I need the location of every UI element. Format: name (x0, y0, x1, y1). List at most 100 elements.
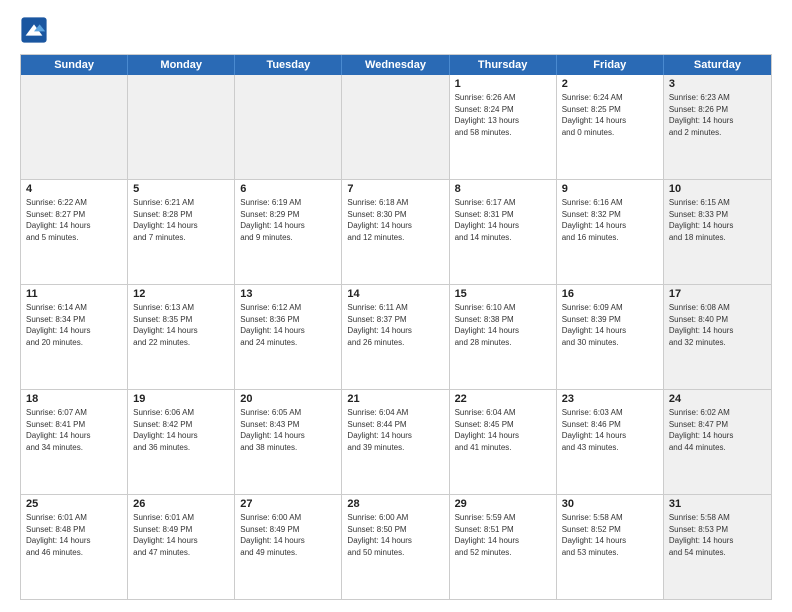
day-info: Sunrise: 6:04 AM Sunset: 8:45 PM Dayligh… (455, 407, 551, 453)
cal-row-1: 4 Sunrise: 6:22 AM Sunset: 8:27 PM Daylig… (21, 180, 771, 285)
day-info: Sunrise: 6:17 AM Sunset: 8:31 PM Dayligh… (455, 197, 551, 243)
cal-cell (342, 75, 449, 179)
day-info: Sunrise: 6:06 AM Sunset: 8:42 PM Dayligh… (133, 407, 229, 453)
cal-cell: 27 Sunrise: 6:00 AM Sunset: 8:49 PM Dayli… (235, 495, 342, 599)
cal-cell (21, 75, 128, 179)
cal-cell: 28 Sunrise: 6:00 AM Sunset: 8:50 PM Dayli… (342, 495, 449, 599)
day-number: 2 (562, 78, 658, 90)
cal-cell: 13 Sunrise: 6:12 AM Sunset: 8:36 PM Dayli… (235, 285, 342, 389)
day-number: 12 (133, 288, 229, 300)
cal-cell: 18Sunrise: 6:07 AM Sunset: 8:41 PM Dayli… (21, 390, 128, 494)
day-info: Sunrise: 6:19 AM Sunset: 8:29 PM Dayligh… (240, 197, 336, 243)
cal-cell: 1 Sunrise: 6:26 AM Sunset: 8:24 PM Daylig… (450, 75, 557, 179)
day-info: Sunrise: 6:08 AM Sunset: 8:40 PM Dayligh… (669, 302, 766, 348)
day-number: 16 (562, 288, 658, 300)
cal-cell: 14Sunrise: 6:11 AM Sunset: 8:37 PM Dayli… (342, 285, 449, 389)
day-number: 22 (455, 393, 551, 405)
day-number: 28 (347, 498, 443, 510)
cal-cell: 3 Sunrise: 6:23 AM Sunset: 8:26 PM Daylig… (664, 75, 771, 179)
day-info: Sunrise: 6:02 AM Sunset: 8:47 PM Dayligh… (669, 407, 766, 453)
cal-cell: 25 Sunrise: 6:01 AM Sunset: 8:48 PM Dayli… (21, 495, 128, 599)
day-number: 25 (26, 498, 122, 510)
day-info: Sunrise: 6:04 AM Sunset: 8:44 PM Dayligh… (347, 407, 443, 453)
day-info: Sunrise: 6:05 AM Sunset: 8:43 PM Dayligh… (240, 407, 336, 453)
header-day-monday: Monday (128, 55, 235, 75)
day-info: Sunrise: 6:23 AM Sunset: 8:26 PM Dayligh… (669, 92, 766, 138)
header (20, 16, 772, 44)
calendar-header: SundayMondayTuesdayWednesdayThursdayFrid… (21, 55, 771, 75)
day-info: Sunrise: 6:00 AM Sunset: 8:50 PM Dayligh… (347, 512, 443, 558)
day-number: 17 (669, 288, 766, 300)
cal-cell: 20 Sunrise: 6:05 AM Sunset: 8:43 PM Dayli… (235, 390, 342, 494)
calendar-body: 1 Sunrise: 6:26 AM Sunset: 8:24 PM Daylig… (21, 75, 771, 599)
day-info: Sunrise: 5:59 AM Sunset: 8:51 PM Dayligh… (455, 512, 551, 558)
cal-cell: 11 Sunrise: 6:14 AM Sunset: 8:34 PM Dayli… (21, 285, 128, 389)
header-day-wednesday: Wednesday (342, 55, 449, 75)
header-day-saturday: Saturday (664, 55, 771, 75)
cal-cell: 7 Sunrise: 6:18 AM Sunset: 8:30 PM Daylig… (342, 180, 449, 284)
cal-cell: 12Sunrise: 6:13 AM Sunset: 8:35 PM Dayli… (128, 285, 235, 389)
day-number: 23 (562, 393, 658, 405)
cal-cell: 31 Sunrise: 5:58 AM Sunset: 8:53 PM Dayli… (664, 495, 771, 599)
cal-cell: 21 Sunrise: 6:04 AM Sunset: 8:44 PM Dayli… (342, 390, 449, 494)
day-number: 19 (133, 393, 229, 405)
day-number: 31 (669, 498, 766, 510)
day-info: Sunrise: 6:21 AM Sunset: 8:28 PM Dayligh… (133, 197, 229, 243)
day-info: Sunrise: 6:01 AM Sunset: 8:49 PM Dayligh… (133, 512, 229, 558)
calendar: SundayMondayTuesdayWednesdayThursdayFrid… (20, 54, 772, 600)
day-info: Sunrise: 6:12 AM Sunset: 8:36 PM Dayligh… (240, 302, 336, 348)
cal-row-2: 11 Sunrise: 6:14 AM Sunset: 8:34 PM Dayli… (21, 285, 771, 390)
day-info: Sunrise: 6:24 AM Sunset: 8:25 PM Dayligh… (562, 92, 658, 138)
day-info: Sunrise: 6:00 AM Sunset: 8:49 PM Dayligh… (240, 512, 336, 558)
day-info: Sunrise: 6:03 AM Sunset: 8:46 PM Dayligh… (562, 407, 658, 453)
day-number: 4 (26, 183, 122, 195)
day-number: 30 (562, 498, 658, 510)
day-info: Sunrise: 6:01 AM Sunset: 8:48 PM Dayligh… (26, 512, 122, 558)
day-info: Sunrise: 5:58 AM Sunset: 8:52 PM Dayligh… (562, 512, 658, 558)
cal-cell: 5 Sunrise: 6:21 AM Sunset: 8:28 PM Daylig… (128, 180, 235, 284)
day-number: 18 (26, 393, 122, 405)
day-number: 11 (26, 288, 122, 300)
day-info: Sunrise: 6:09 AM Sunset: 8:39 PM Dayligh… (562, 302, 658, 348)
day-number: 15 (455, 288, 551, 300)
day-number: 9 (562, 183, 658, 195)
cal-cell: 26Sunrise: 6:01 AM Sunset: 8:49 PM Dayli… (128, 495, 235, 599)
day-info: Sunrise: 6:22 AM Sunset: 8:27 PM Dayligh… (26, 197, 122, 243)
header-day-friday: Friday (557, 55, 664, 75)
day-number: 3 (669, 78, 766, 90)
day-number: 7 (347, 183, 443, 195)
page: SundayMondayTuesdayWednesdayThursdayFrid… (0, 0, 792, 612)
cal-cell: 2 Sunrise: 6:24 AM Sunset: 8:25 PM Daylig… (557, 75, 664, 179)
cal-cell: 22 Sunrise: 6:04 AM Sunset: 8:45 PM Dayli… (450, 390, 557, 494)
day-number: 20 (240, 393, 336, 405)
cal-cell: 19 Sunrise: 6:06 AM Sunset: 8:42 PM Dayli… (128, 390, 235, 494)
day-number: 21 (347, 393, 443, 405)
day-number: 24 (669, 393, 766, 405)
day-number: 1 (455, 78, 551, 90)
day-number: 6 (240, 183, 336, 195)
cal-cell: 9Sunrise: 6:16 AM Sunset: 8:32 PM Daylig… (557, 180, 664, 284)
logo-icon (20, 16, 48, 44)
header-day-tuesday: Tuesday (235, 55, 342, 75)
day-info: Sunrise: 6:26 AM Sunset: 8:24 PM Dayligh… (455, 92, 551, 138)
day-number: 29 (455, 498, 551, 510)
day-number: 27 (240, 498, 336, 510)
cal-row-0: 1 Sunrise: 6:26 AM Sunset: 8:24 PM Daylig… (21, 75, 771, 180)
day-info: Sunrise: 6:10 AM Sunset: 8:38 PM Dayligh… (455, 302, 551, 348)
day-number: 5 (133, 183, 229, 195)
cal-cell: 23 Sunrise: 6:03 AM Sunset: 8:46 PM Dayli… (557, 390, 664, 494)
day-number: 13 (240, 288, 336, 300)
cal-cell: 16 Sunrise: 6:09 AM Sunset: 8:39 PM Dayli… (557, 285, 664, 389)
logo (20, 16, 52, 44)
day-info: Sunrise: 6:11 AM Sunset: 8:37 PM Dayligh… (347, 302, 443, 348)
day-info: Sunrise: 5:58 AM Sunset: 8:53 PM Dayligh… (669, 512, 766, 558)
day-info: Sunrise: 6:14 AM Sunset: 8:34 PM Dayligh… (26, 302, 122, 348)
day-info: Sunrise: 6:18 AM Sunset: 8:30 PM Dayligh… (347, 197, 443, 243)
header-day-thursday: Thursday (450, 55, 557, 75)
cal-cell: 17 Sunrise: 6:08 AM Sunset: 8:40 PM Dayli… (664, 285, 771, 389)
day-number: 8 (455, 183, 551, 195)
cal-cell (235, 75, 342, 179)
cal-cell: 30 Sunrise: 5:58 AM Sunset: 8:52 PM Dayli… (557, 495, 664, 599)
cal-cell: 10Sunrise: 6:15 AM Sunset: 8:33 PM Dayli… (664, 180, 771, 284)
day-number: 10 (669, 183, 766, 195)
